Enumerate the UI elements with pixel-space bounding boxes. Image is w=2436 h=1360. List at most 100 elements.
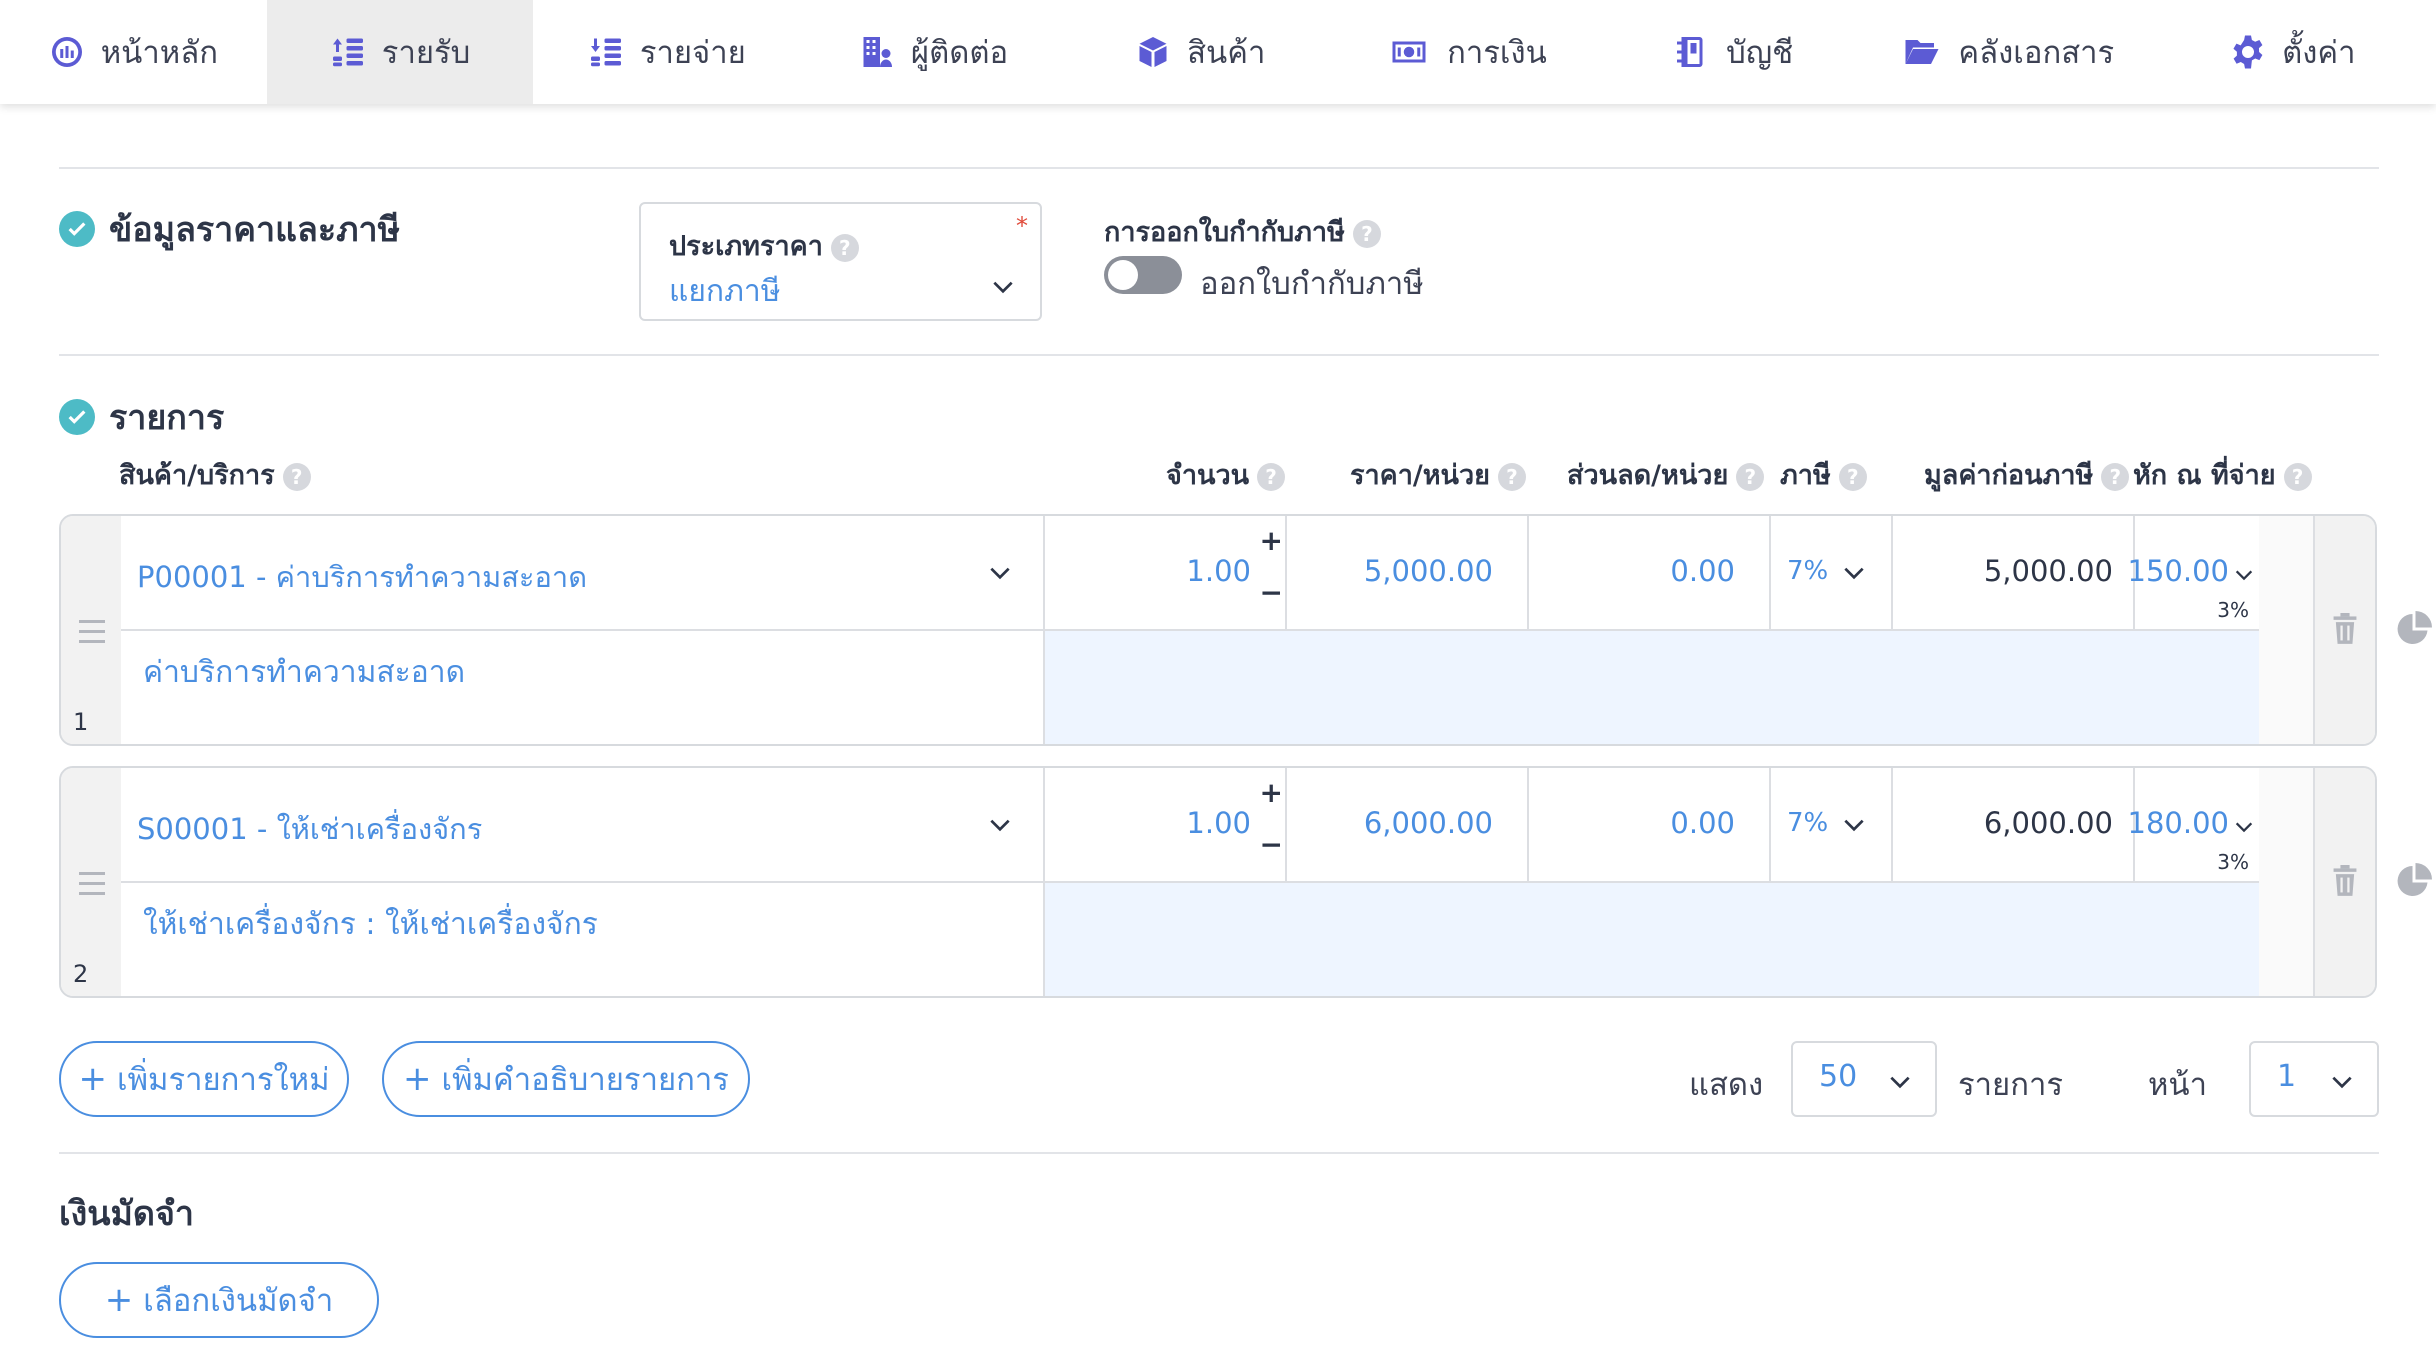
row-extra-area [1045,631,2259,744]
nav-item-accounting[interactable]: บัญชี [1600,0,1867,104]
withholding-select[interactable]: 180.00 3% [2128,768,2259,883]
trash-icon[interactable] [2331,865,2359,897]
help-icon[interactable]: ? [830,233,859,262]
help-icon[interactable]: ? [1352,219,1381,248]
discount-value: 0.00 [1670,806,1735,840]
page-label: หน้า [2148,1067,2208,1103]
help-icon[interactable]: ? [2283,462,2312,491]
tax-invoice-toggle-label: ออกใบกำกับภาษี [1200,266,1424,302]
nav-item-expense[interactable]: รายจ่าย [533,0,800,104]
page-value: 1 [2277,1059,2297,1094]
description-input[interactable]: ค่าบริการทำความสะอาด [121,631,1045,744]
ledger-icon [1677,37,1703,67]
unit-price-value: 6,000.00 [1363,806,1493,840]
add-item-button[interactable]: + เพิ่มรายการใหม่ [59,1041,349,1117]
row-number: 2 [73,960,89,988]
chevron-down-icon [993,281,1013,294]
discount-input[interactable]: 0.00 [1529,768,1771,883]
nav-item-finance[interactable]: การเงิน [1334,0,1601,104]
nav-label: บัญชี [1726,35,1794,71]
help-icon[interactable]: ? [1838,462,1867,491]
pie-chart-icon[interactable] [2396,611,2432,647]
chevron-down-icon [2235,822,2253,833]
column-header-discount: ส่วนลด/หน่วย? [1567,453,1765,496]
qty-input[interactable]: 1.00 + − [1045,516,1287,631]
required-mark: * [1016,212,1028,240]
add-description-button[interactable]: + เพิ่มคำอธิบายรายการ [382,1041,750,1117]
unit-price-input[interactable]: 6,000.00 [1287,768,1529,883]
dashboard-icon [51,37,82,67]
withholding-value: 180.00 [2127,806,2229,840]
nav-item-products[interactable]: สินค้า [1067,0,1334,104]
header-text: สินค้า/บริการ [119,460,275,491]
nav-item-documents[interactable]: คลังเอกสาร [1867,0,2150,104]
pie-chart-icon[interactable] [2396,863,2432,899]
tax-value: 7% [1787,556,1829,586]
price-tax-section-title: ข้อมูลราคาและภาษี [59,202,400,256]
drag-handle-icon[interactable] [79,620,105,650]
chevron-down-icon [1844,567,1864,580]
tax-invoice-label: การออกใบกำกับภาษี? [1104,210,1381,253]
nav-item-settings[interactable]: ตั้งค่า [2150,0,2436,104]
drag-handle-icon[interactable] [79,872,105,902]
help-icon[interactable]: ? [1736,462,1765,491]
header-text: ส่วนลด/หน่วย [1567,460,1729,491]
unit-price-input[interactable]: 5,000.00 [1287,516,1529,631]
check-circle-icon [59,211,95,247]
column-header-withholding: หัก ณ ที่จ่าย? [2133,453,2312,496]
qty-increment-button[interactable]: + [1260,524,1283,557]
qty-decrement-button[interactable]: − [1260,828,1283,861]
line-item-row: 1 P00001 - ค่าบริการทำความสะอาด 1.00 + −… [59,514,2377,746]
withholding-rate: 3% [2217,598,2249,622]
qty-increment-button[interactable]: + [1260,776,1283,809]
price-type-value: แยกภาษี [669,274,781,309]
column-header-qty: จำนวน? [1166,453,1286,496]
check-circle-icon [59,399,95,435]
chevron-down-icon [2235,570,2253,581]
qty-input[interactable]: 1.00 + − [1045,768,1287,883]
tax-select[interactable]: 7% [1771,516,1893,631]
product-value: P00001 - ค่าบริการทำความสะอาด [137,560,588,594]
expense-icon [590,38,621,67]
qty-decrement-button[interactable]: − [1260,576,1283,609]
page-size-select[interactable]: 50 [1791,1041,1937,1117]
help-icon[interactable]: ? [2101,462,2130,491]
button-label: เลือกเงินมัดจำ [143,1283,334,1319]
select-deposit-button[interactable]: + เลือกเงินมัดจำ [59,1262,379,1338]
help-icon[interactable]: ? [282,462,311,491]
column-header-pre-tax: มูลค่าก่อนภาษี? [1924,453,2130,496]
tax-select[interactable]: 7% [1771,768,1893,883]
help-icon[interactable]: ? [1257,462,1286,491]
folder-icon [1905,40,1939,64]
description-value: ให้เช่าเครื่องจักร : ให้เช่าเครื่องจักร [143,907,598,942]
withholding-rate: 3% [2217,850,2249,874]
pre-tax-value-cell: 5,000.00 [1893,516,2135,631]
column-header-tax: ภาษี? [1780,453,1867,496]
qty-value: 1.00 [1186,806,1251,840]
price-type-label: ประเภทราคา? [669,224,859,267]
product-value: S00001 - ให้เช่าเครื่องจักร [137,812,483,846]
discount-input[interactable]: 0.00 [1529,516,1771,631]
product-select[interactable]: S00001 - ให้เช่าเครื่องจักร [121,768,1045,883]
line-item-row: 2 S00001 - ให้เช่าเครื่องจักร 1.00 + − 6… [59,766,2377,998]
withholding-select[interactable]: 150.00 3% [2128,516,2259,631]
nav-label: รายรับ [381,35,471,71]
description-input[interactable]: ให้เช่าเครื่องจักร : ให้เช่าเครื่องจักร [121,883,1045,996]
nav-label: หน้าหลัก [100,35,218,71]
product-select[interactable]: P00001 - ค่าบริการทำความสะอาด [121,516,1045,631]
header-text: หัก ณ ที่จ่าย [2133,460,2276,491]
page-size-value: 50 [1819,1059,1858,1094]
chevron-down-icon [2332,1076,2352,1089]
chevron-down-icon [990,819,1010,832]
deposit-section-title: เงินมัดจำ [59,1186,194,1240]
items-section-title: รายการ [59,390,224,444]
section-title-text: รายการ [109,398,225,438]
nav-item-home[interactable]: หน้าหลัก [0,0,267,104]
nav-item-contacts[interactable]: ผู้ติดต่อ [800,0,1067,104]
nav-item-income[interactable]: รายรับ [266,0,534,104]
tax-invoice-toggle[interactable] [1104,256,1182,294]
price-type-select[interactable]: ประเภทราคา? * แยกภาษี [639,202,1042,321]
trash-icon[interactable] [2331,613,2359,645]
help-icon[interactable]: ? [1497,462,1526,491]
page-select[interactable]: 1 [2249,1041,2379,1117]
